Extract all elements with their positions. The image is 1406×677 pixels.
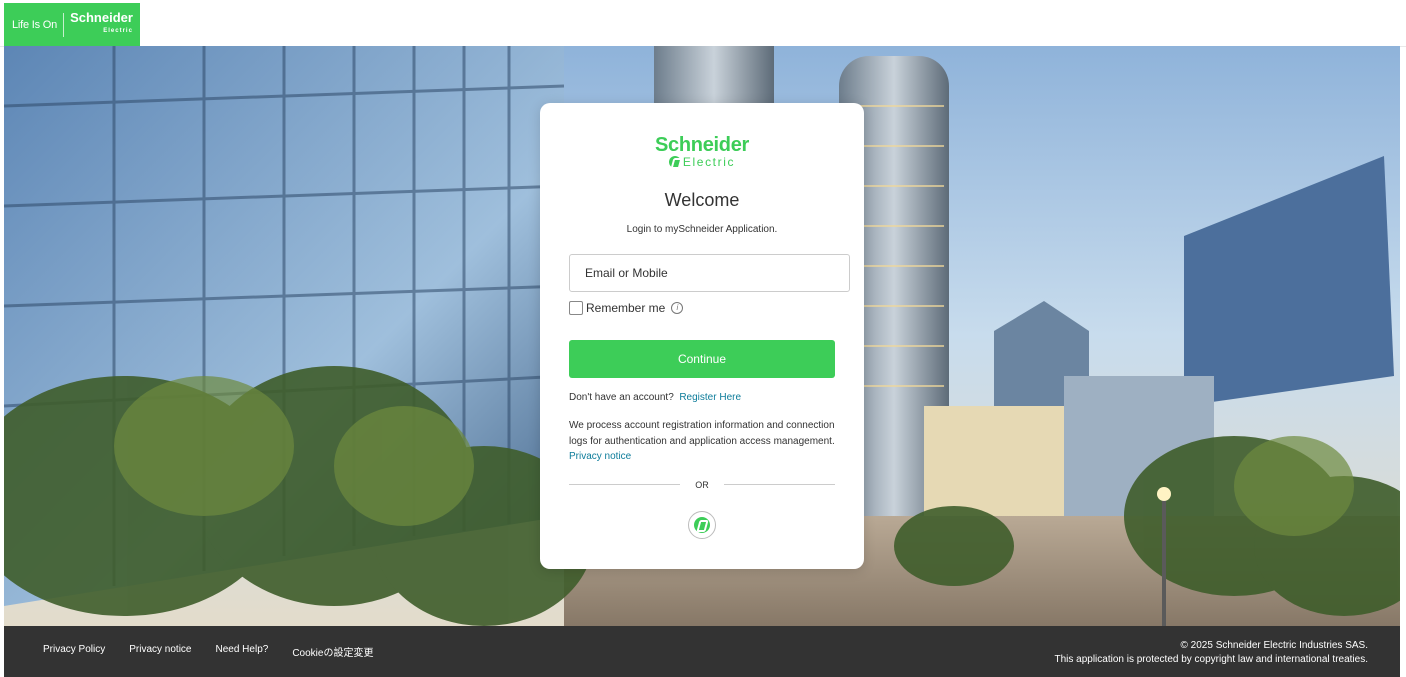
footer-link-cookie-settings[interactable]: Cookieの設定変更 [292,644,373,659]
remember-me[interactable]: Remember me i [569,301,684,315]
login-page: Life Is On Schneider Electric Schneider … [0,0,1406,677]
footer-links: Privacy Policy Privacy notice Need Help?… [43,644,373,659]
notice-text: We process account registration informat… [569,420,835,447]
copyright-line-1: © 2025 Schneider Electric Industries SAS… [1180,640,1368,651]
or-text: OR [695,480,709,490]
register-prompt: Don't have an account? Register Here [569,392,741,403]
remember-me-checkbox[interactable] [569,301,583,315]
email-field[interactable] [569,254,850,292]
brand-tagline: Life Is On [12,18,58,31]
logo-sub-row: Electric [540,156,864,168]
or-divider: OR [569,480,835,494]
schneider-sso-button[interactable] [688,511,716,539]
footer-link-need-help[interactable]: Need Help? [216,644,269,659]
schneider-logo: Schneider Electric [540,135,864,168]
logo-name: Schneider [655,134,749,156]
logo-sub: Electric [682,155,736,169]
continue-button[interactable]: Continue [569,340,835,378]
remember-me-label: Remember me [586,301,666,315]
register-link[interactable]: Register Here [679,392,741,403]
footer-link-privacy-notice[interactable]: Privacy notice [129,644,191,659]
welcome-title: Welcome [664,190,740,210]
privacy-notice-link[interactable]: Privacy notice [569,451,631,462]
copyright-line-2: This application is protected by copyrig… [1054,654,1368,665]
login-subtitle: Login to mySchneider Application. [626,224,778,235]
brand-wordmark: Schneider Electric [70,10,133,37]
footer-link-privacy-policy[interactable]: Privacy Policy [43,644,105,659]
or-line-right [724,484,835,485]
info-icon[interactable]: i [671,302,684,314]
copyright-notice: © 2025 Schneider Electric Industries SAS… [1054,639,1368,667]
brand-divider [63,12,65,37]
schneider-mark-icon [668,156,681,168]
brand-name: Schneider [70,10,133,25]
privacy-notice-text: We process account registration informat… [569,418,837,465]
top-header: Life Is On Schneider Electric [0,0,1406,47]
schneider-mark-icon [694,517,710,533]
footer: Privacy Policy Privacy notice Need Help?… [4,626,1400,677]
brand-sub: Electric [103,28,133,34]
login-card: Schneider Electric Welcome Login to mySc… [540,103,864,569]
no-account-text: Don't have an account? [569,392,674,403]
brand-logo[interactable]: Life Is On Schneider Electric [4,3,140,46]
